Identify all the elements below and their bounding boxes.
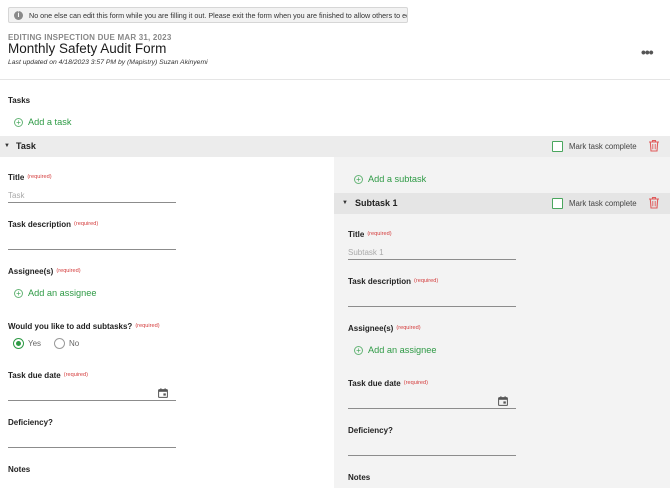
subtasks-yes-label: Yes [28,339,42,348]
task-assignees-label: Assignee(s) (required) [8,267,81,276]
subtask-assignees-label: Assignee(s) (required) [348,324,421,333]
collapse-task-icon[interactable]: ▼ [4,143,10,149]
edit-lock-message: No one else can edit this form while you… [29,10,408,20]
header-divider [0,79,670,80]
subtasks-no-radio[interactable]: No [54,338,79,349]
subtasks-yes-radio[interactable]: Yes [13,338,41,349]
task-due-date-input[interactable] [8,389,176,401]
subtasks-no-label: No [69,339,80,348]
subtasks-question-label: Would you like to add subtasks? (required… [8,322,160,331]
mark-task-complete-checkbox[interactable] [552,141,563,152]
subtask-deficiency-label: Deficiency? [348,426,393,435]
add-task-button[interactable]: + Add a task [14,117,71,127]
mark-subtask-complete-checkbox[interactable] [552,198,563,209]
plus-circle-icon: + [354,174,363,184]
mark-subtask-complete-label: Mark task complete [569,199,637,208]
add-subtask-button[interactable]: + Add a subtask [354,174,426,184]
delete-task-trash-icon[interactable] [648,139,660,152]
task-add-assignee-button[interactable]: + Add an assignee [14,288,96,298]
task-description-label: Task description (required) [8,220,99,229]
subtask-header-title: Subtask 1 [355,198,398,208]
mark-task-complete-label: Mark task complete [569,142,637,151]
task-deficiency-input[interactable] [8,436,176,448]
subtask-notes-label: Notes [348,473,371,482]
collapse-subtask-icon[interactable]: ▼ [342,200,348,206]
task-description-input[interactable] [8,238,176,250]
plus-circle-icon: + [14,117,23,127]
task-title-label: Title (required) [8,173,52,182]
subtask-deficiency-input[interactable] [348,444,516,456]
more-options-icon[interactable]: ••• [641,44,654,60]
task-title-input[interactable]: Task [8,191,176,203]
plus-circle-icon: + [14,288,23,298]
add-assignee-label: Add an assignee [368,345,437,355]
subtask-description-input[interactable] [348,295,516,307]
task-due-date-label: Task due date (required) [8,371,89,380]
task-notes-label: Notes [8,465,31,474]
edit-lock-banner: i No one else can edit this form while y… [8,7,408,23]
task-deficiency-label: Deficiency? [8,418,53,427]
subtask-title-label: Title (required) [348,230,392,239]
add-assignee-label: Add an assignee [28,288,97,298]
add-task-label: Add a task [28,117,72,127]
tasks-heading: Tasks [8,96,31,105]
radio-unselected-icon [54,338,65,349]
last-updated-text: Last updated on 4/18/2023 3:57 PM by (Ma… [8,59,208,66]
info-icon: i [14,10,23,20]
plus-circle-icon: + [354,345,363,355]
page-title: Monthly Safety Audit Form [8,41,167,56]
calendar-icon[interactable] [158,388,168,398]
delete-subtask-trash-icon[interactable] [648,196,660,209]
subtask-description-label: Task description (required) [348,277,439,286]
calendar-icon[interactable] [498,396,508,406]
subtask-add-assignee-button[interactable]: + Add an assignee [354,345,436,355]
subtask-due-date-label: Task due date (required) [348,379,429,388]
task-header-title: Task [16,141,36,151]
subtask-due-date-input[interactable] [348,397,516,409]
radio-selected-icon [13,338,24,349]
subtask-title-input[interactable]: Subtask 1 [348,248,516,260]
add-subtask-label: Add a subtask [368,174,427,184]
